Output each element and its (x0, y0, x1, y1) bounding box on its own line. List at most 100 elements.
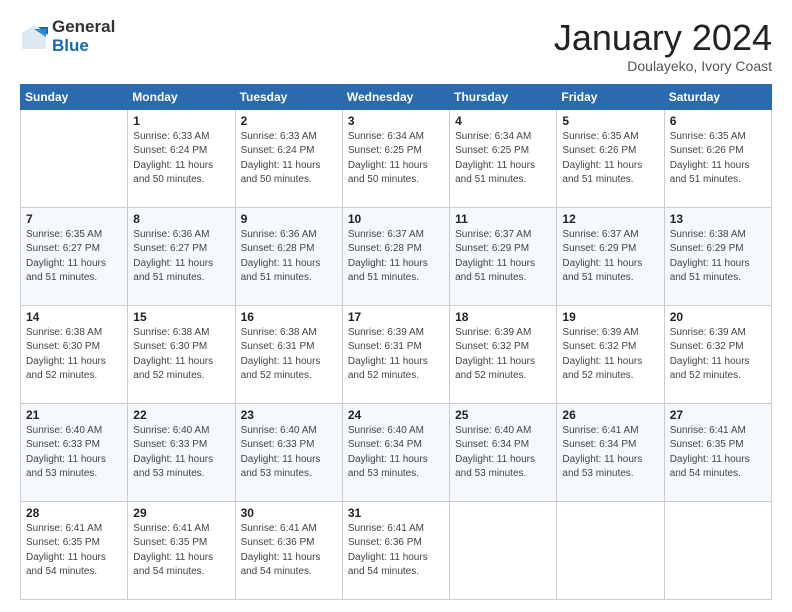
logo-general: General (52, 18, 115, 37)
calendar-cell: 18 Sunrise: 6:39 AM Sunset: 6:32 PM Dayli… (450, 305, 557, 403)
day-info: Sunrise: 6:35 AM Sunset: 6:26 PM Dayligh… (670, 130, 766, 188)
day-info: Sunrise: 6:36 AM Sunset: 6:28 PM Dayligh… (241, 228, 337, 286)
day-number: 26 (562, 408, 658, 422)
day-info: Sunrise: 6:41 AM Sunset: 6:36 PM Dayligh… (241, 522, 337, 580)
calendar-cell: 28Sunrise: 6:41 AM Sunset: 6:35 PM Dayli… (21, 501, 128, 599)
calendar-cell (450, 501, 557, 599)
calendar-cell: 16Sunrise: 6:38 AM Sunset: 6:31 PM Dayli… (235, 305, 342, 403)
calendar-cell: 12Sunrise: 6:37 AM Sunset: 6:29 PM Dayli… (557, 207, 664, 305)
day-info: Sunrise: 6:41 AM Sunset: 6:35 PM Dayligh… (26, 522, 122, 580)
day-info: Sunrise: 6:40 AM Sunset: 6:33 PM Dayligh… (133, 424, 229, 482)
day-info: Sunrise: 6:37 AM Sunset: 6:28 PM Dayligh… (348, 228, 444, 286)
day-number: 31 (348, 506, 444, 520)
calendar-cell: 19Sunrise: 6:39 AM Sunset: 6:32 PM Dayli… (557, 305, 664, 403)
day-info: Sunrise: 6:40 AM Sunset: 6:34 PM Dayligh… (348, 424, 444, 482)
day-number: 5 (562, 114, 658, 128)
calendar-cell: 7 Sunrise: 6:35 AM Sunset: 6:27 PM Daylig… (21, 207, 128, 305)
day-info: Sunrise: 6:34 AM Sunset: 6:25 PM Dayligh… (455, 130, 551, 188)
calendar-cell: 10 Sunrise: 6:37 AM Sunset: 6:28 PM Dayli… (342, 207, 449, 305)
day-info: Sunrise: 6:37 AM Sunset: 6:29 PM Dayligh… (455, 228, 551, 286)
title-block: January 2024 Doulayeko, Ivory Coast (554, 18, 772, 74)
day-info: Sunrise: 6:38 AM Sunset: 6:30 PM Dayligh… (26, 326, 122, 384)
day-number: 21 (26, 408, 122, 422)
day-number: 16 (241, 310, 337, 324)
day-number: 2 (241, 114, 337, 128)
logo-icon (20, 23, 48, 51)
calendar-cell: 1Sunrise: 6:33 AM Sunset: 6:24 PM Daylig… (128, 109, 235, 207)
page: General Blue January 2024 Doulayeko, Ivo… (0, 0, 792, 612)
calendar-week-row: 14 Sunrise: 6:38 AM Sunset: 6:30 PM Dayli… (21, 305, 772, 403)
day-number: 25 (455, 408, 551, 422)
day-number: 20 (670, 310, 766, 324)
day-info: Sunrise: 6:34 AM Sunset: 6:25 PM Dayligh… (348, 130, 444, 188)
calendar-cell: 8Sunrise: 6:36 AM Sunset: 6:27 PM Daylig… (128, 207, 235, 305)
calendar-cell: 17Sunrise: 6:39 AM Sunset: 6:31 PM Dayli… (342, 305, 449, 403)
day-number: 7 (26, 212, 122, 226)
calendar-week-row: 7 Sunrise: 6:35 AM Sunset: 6:27 PM Daylig… (21, 207, 772, 305)
calendar-header: SundayMondayTuesdayWednesdayThursdayFrid… (21, 84, 772, 109)
day-info: Sunrise: 6:41 AM Sunset: 6:34 PM Dayligh… (562, 424, 658, 482)
day-info: Sunrise: 6:38 AM Sunset: 6:29 PM Dayligh… (670, 228, 766, 286)
day-number: 19 (562, 310, 658, 324)
day-number: 15 (133, 310, 229, 324)
day-number: 13 (670, 212, 766, 226)
weekday-row: SundayMondayTuesdayWednesdayThursdayFrid… (21, 84, 772, 109)
logo: General Blue (20, 18, 115, 55)
calendar-cell: 20 Sunrise: 6:39 AM Sunset: 6:32 PM Dayli… (664, 305, 771, 403)
header: General Blue January 2024 Doulayeko, Ivo… (20, 18, 772, 74)
day-number: 30 (241, 506, 337, 520)
day-info: Sunrise: 6:38 AM Sunset: 6:30 PM Dayligh… (133, 326, 229, 384)
calendar-cell: 15 Sunrise: 6:38 AM Sunset: 6:30 PM Dayli… (128, 305, 235, 403)
calendar-cell: 2Sunrise: 6:33 AM Sunset: 6:24 PM Daylig… (235, 109, 342, 207)
day-info: Sunrise: 6:40 AM Sunset: 6:33 PM Dayligh… (26, 424, 122, 482)
day-number: 22 (133, 408, 229, 422)
calendar-cell (21, 109, 128, 207)
calendar-cell: 11 Sunrise: 6:37 AM Sunset: 6:29 PM Dayli… (450, 207, 557, 305)
calendar-week-row: 21 Sunrise: 6:40 AM Sunset: 6:33 PM Dayli… (21, 403, 772, 501)
day-info: Sunrise: 6:40 AM Sunset: 6:34 PM Dayligh… (455, 424, 551, 482)
calendar-cell: 14 Sunrise: 6:38 AM Sunset: 6:30 PM Dayli… (21, 305, 128, 403)
day-info: Sunrise: 6:39 AM Sunset: 6:32 PM Dayligh… (670, 326, 766, 384)
calendar-cell: 30 Sunrise: 6:41 AM Sunset: 6:36 PM Dayli… (235, 501, 342, 599)
calendar-week-row: 1Sunrise: 6:33 AM Sunset: 6:24 PM Daylig… (21, 109, 772, 207)
day-number: 8 (133, 212, 229, 226)
day-info: Sunrise: 6:41 AM Sunset: 6:36 PM Dayligh… (348, 522, 444, 580)
weekday-header: Friday (557, 84, 664, 109)
calendar-cell: 24 Sunrise: 6:40 AM Sunset: 6:34 PM Dayli… (342, 403, 449, 501)
calendar-cell: 4 Sunrise: 6:34 AM Sunset: 6:25 PM Daylig… (450, 109, 557, 207)
calendar-cell: 23Sunrise: 6:40 AM Sunset: 6:33 PM Dayli… (235, 403, 342, 501)
calendar-cell: 27 Sunrise: 6:41 AM Sunset: 6:35 PM Dayli… (664, 403, 771, 501)
day-number: 27 (670, 408, 766, 422)
day-number: 3 (348, 114, 444, 128)
month-title: January 2024 (554, 18, 772, 58)
day-number: 11 (455, 212, 551, 226)
logo-text: General Blue (52, 18, 115, 55)
weekday-header: Wednesday (342, 84, 449, 109)
weekday-header: Thursday (450, 84, 557, 109)
day-number: 24 (348, 408, 444, 422)
day-number: 4 (455, 114, 551, 128)
day-number: 18 (455, 310, 551, 324)
logo-blue: Blue (52, 37, 115, 56)
calendar-cell: 6Sunrise: 6:35 AM Sunset: 6:26 PM Daylig… (664, 109, 771, 207)
day-info: Sunrise: 6:35 AM Sunset: 6:26 PM Dayligh… (562, 130, 658, 188)
day-number: 14 (26, 310, 122, 324)
day-info: Sunrise: 6:35 AM Sunset: 6:27 PM Dayligh… (26, 228, 122, 286)
day-number: 23 (241, 408, 337, 422)
weekday-header: Monday (128, 84, 235, 109)
day-info: Sunrise: 6:41 AM Sunset: 6:35 PM Dayligh… (670, 424, 766, 482)
day-number: 29 (133, 506, 229, 520)
calendar-cell: 25 Sunrise: 6:40 AM Sunset: 6:34 PM Dayli… (450, 403, 557, 501)
day-number: 1 (133, 114, 229, 128)
calendar-cell: 13 Sunrise: 6:38 AM Sunset: 6:29 PM Dayli… (664, 207, 771, 305)
weekday-header: Sunday (21, 84, 128, 109)
day-info: Sunrise: 6:39 AM Sunset: 6:31 PM Dayligh… (348, 326, 444, 384)
weekday-header: Tuesday (235, 84, 342, 109)
calendar-table: SundayMondayTuesdayWednesdayThursdayFrid… (20, 84, 772, 600)
day-info: Sunrise: 6:39 AM Sunset: 6:32 PM Dayligh… (455, 326, 551, 384)
calendar-cell (557, 501, 664, 599)
calendar-cell: 3 Sunrise: 6:34 AM Sunset: 6:25 PM Daylig… (342, 109, 449, 207)
calendar-cell: 29Sunrise: 6:41 AM Sunset: 6:35 PM Dayli… (128, 501, 235, 599)
calendar-cell: 5 Sunrise: 6:35 AM Sunset: 6:26 PM Daylig… (557, 109, 664, 207)
day-number: 10 (348, 212, 444, 226)
